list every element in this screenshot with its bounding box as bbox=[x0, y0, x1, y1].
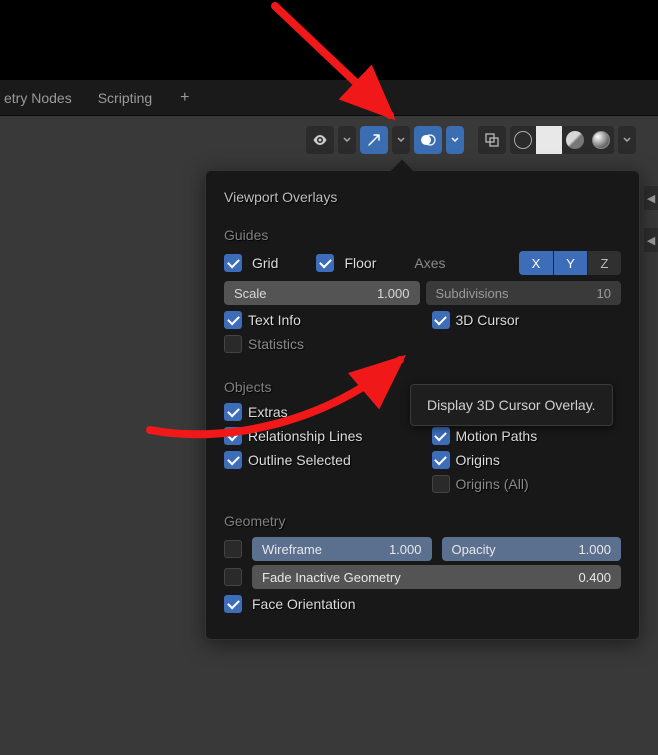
extras-checkbox[interactable] bbox=[224, 403, 242, 421]
statistics-label: Statistics bbox=[248, 336, 304, 352]
xray-toggle-button[interactable] bbox=[478, 126, 506, 154]
outline-selected-checkbox[interactable] bbox=[224, 451, 242, 469]
floor-label: Floor bbox=[344, 255, 376, 271]
wireframe-slider-label: Wireframe bbox=[262, 542, 322, 557]
outline-selected-label: Outline Selected bbox=[248, 452, 351, 468]
cursor3d-label: 3D Cursor bbox=[456, 312, 520, 328]
shading-mode-group bbox=[510, 126, 614, 154]
shading-rendered-button[interactable] bbox=[588, 126, 614, 154]
motion-paths-checkbox[interactable] bbox=[432, 427, 450, 445]
guides-section-label: Guides bbox=[224, 227, 621, 243]
visibility-eye-button[interactable] bbox=[306, 126, 334, 154]
subdivisions-field[interactable]: Subdivisions 10 bbox=[426, 281, 622, 305]
geometry-section-label: Geometry bbox=[224, 513, 621, 529]
grid-checkbox[interactable] bbox=[224, 254, 242, 272]
axis-z-button[interactable]: Z bbox=[587, 251, 621, 275]
extras-label: Extras bbox=[248, 404, 288, 420]
shading-wireframe-button[interactable] bbox=[510, 126, 536, 154]
wireframe-checkbox[interactable] bbox=[224, 540, 242, 558]
axes-button-group: X Y Z bbox=[519, 251, 621, 275]
origins-checkbox[interactable] bbox=[432, 451, 450, 469]
axis-x-button[interactable]: X bbox=[519, 251, 553, 275]
text-info-checkbox[interactable] bbox=[224, 311, 242, 329]
origins-all-label: Origins (All) bbox=[456, 476, 529, 492]
top-tabs-bar: etry Nodes Scripting + bbox=[0, 80, 658, 116]
shading-material-button[interactable] bbox=[562, 126, 588, 154]
subdivisions-field-value: 10 bbox=[597, 286, 611, 301]
fade-inactive-slider-value: 0.400 bbox=[578, 570, 611, 585]
gizmo-dropdown-icon[interactable] bbox=[392, 126, 410, 154]
statistics-checkbox[interactable] bbox=[224, 335, 242, 353]
text-info-label: Text Info bbox=[248, 312, 301, 328]
toolbar-toggle-chevron-icon[interactable]: ◀ bbox=[644, 228, 658, 252]
relationship-lines-checkbox[interactable] bbox=[224, 427, 242, 445]
relationship-lines-label: Relationship Lines bbox=[248, 428, 362, 444]
axis-y-button[interactable]: Y bbox=[553, 251, 587, 275]
shading-dropdown-icon[interactable] bbox=[618, 126, 636, 154]
overlays-toggle-button[interactable] bbox=[414, 126, 442, 154]
scale-field[interactable]: Scale 1.000 bbox=[224, 281, 420, 305]
fade-inactive-checkbox[interactable] bbox=[224, 568, 242, 586]
opacity-slider[interactable]: Opacity 1.000 bbox=[442, 537, 622, 561]
gizmo-toggle-button[interactable] bbox=[360, 126, 388, 154]
scale-field-label: Scale bbox=[234, 286, 267, 301]
tooltip-3d-cursor: Display 3D Cursor Overlay. bbox=[410, 384, 613, 426]
grid-label: Grid bbox=[252, 255, 278, 271]
visibility-dropdown-icon[interactable] bbox=[338, 126, 356, 154]
wireframe-slider-value: 1.000 bbox=[389, 542, 422, 557]
origins-all-checkbox[interactable] bbox=[432, 475, 450, 493]
sidebar-toggle-chevron-icon[interactable]: ◀ bbox=[644, 186, 658, 210]
tab-geometry-nodes[interactable]: etry Nodes bbox=[0, 84, 76, 112]
fade-inactive-slider-label: Fade Inactive Geometry bbox=[262, 570, 401, 585]
scale-field-value: 1.000 bbox=[377, 286, 410, 301]
viewport-header-toolbar bbox=[306, 124, 636, 156]
wireframe-slider[interactable]: Wireframe 1.000 bbox=[252, 537, 432, 561]
cursor3d-checkbox[interactable] bbox=[432, 311, 450, 329]
axes-label: Axes bbox=[414, 255, 445, 271]
opacity-slider-value: 1.000 bbox=[578, 542, 611, 557]
shading-solid-button[interactable] bbox=[536, 126, 562, 154]
opacity-slider-label: Opacity bbox=[452, 542, 496, 557]
tab-scripting[interactable]: Scripting bbox=[94, 84, 156, 112]
overlays-dropdown-icon[interactable] bbox=[446, 126, 464, 154]
origins-label: Origins bbox=[456, 452, 500, 468]
face-orientation-checkbox[interactable] bbox=[224, 595, 242, 613]
add-workspace-button[interactable]: + bbox=[174, 87, 195, 109]
popover-title: Viewport Overlays bbox=[224, 189, 621, 205]
motion-paths-label: Motion Paths bbox=[456, 428, 538, 444]
face-orientation-label: Face Orientation bbox=[252, 596, 356, 612]
subdivisions-field-label: Subdivisions bbox=[436, 286, 509, 301]
floor-checkbox[interactable] bbox=[316, 254, 334, 272]
fade-inactive-slider[interactable]: Fade Inactive Geometry 0.400 bbox=[252, 565, 621, 589]
